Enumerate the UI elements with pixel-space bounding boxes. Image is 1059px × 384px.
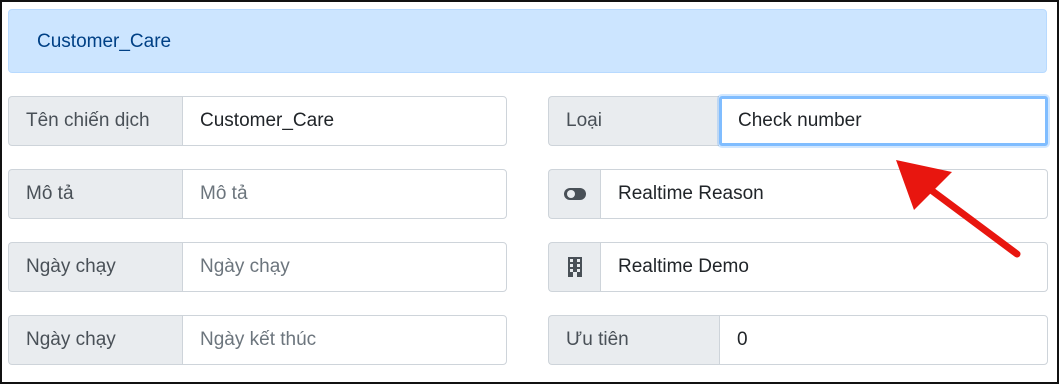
card-title: Customer_Care — [37, 31, 172, 52]
end-date-label: Ngày chạy — [8, 315, 182, 365]
form-frame: Customer_Care Tên chiến dịch Customer_Ca… — [0, 0, 1059, 384]
start-date-group: Ngày chạy Ngày chạy — [8, 242, 507, 292]
annotation-arrow — [896, 160, 1021, 258]
end-date-input[interactable]: Ngày kết thúc — [182, 315, 507, 365]
toggle-icon — [548, 169, 600, 219]
description-input[interactable]: Mô tả — [182, 169, 507, 219]
type-group: Loại Check number — [548, 96, 1048, 146]
description-group: Mô tả Mô tả — [8, 169, 507, 219]
card-header: Customer_Care — [8, 9, 1047, 73]
start-date-label: Ngày chạy — [8, 242, 182, 292]
description-label: Mô tả — [8, 169, 182, 219]
type-select[interactable]: Check number — [719, 96, 1048, 146]
priority-input[interactable]: 0 — [719, 315, 1048, 365]
end-date-group: Ngày chạy Ngày kết thúc — [8, 315, 507, 365]
campaign-name-label: Tên chiến dịch — [8, 96, 182, 146]
campaign-name-group: Tên chiến dịch Customer_Care — [8, 96, 507, 146]
start-date-input[interactable]: Ngày chạy — [182, 242, 507, 292]
building-icon — [548, 242, 600, 292]
campaign-name-input[interactable]: Customer_Care — [182, 96, 507, 146]
priority-label: Ưu tiên — [548, 315, 719, 365]
priority-group: Ưu tiên 0 — [548, 315, 1048, 365]
type-label: Loại — [548, 96, 719, 146]
